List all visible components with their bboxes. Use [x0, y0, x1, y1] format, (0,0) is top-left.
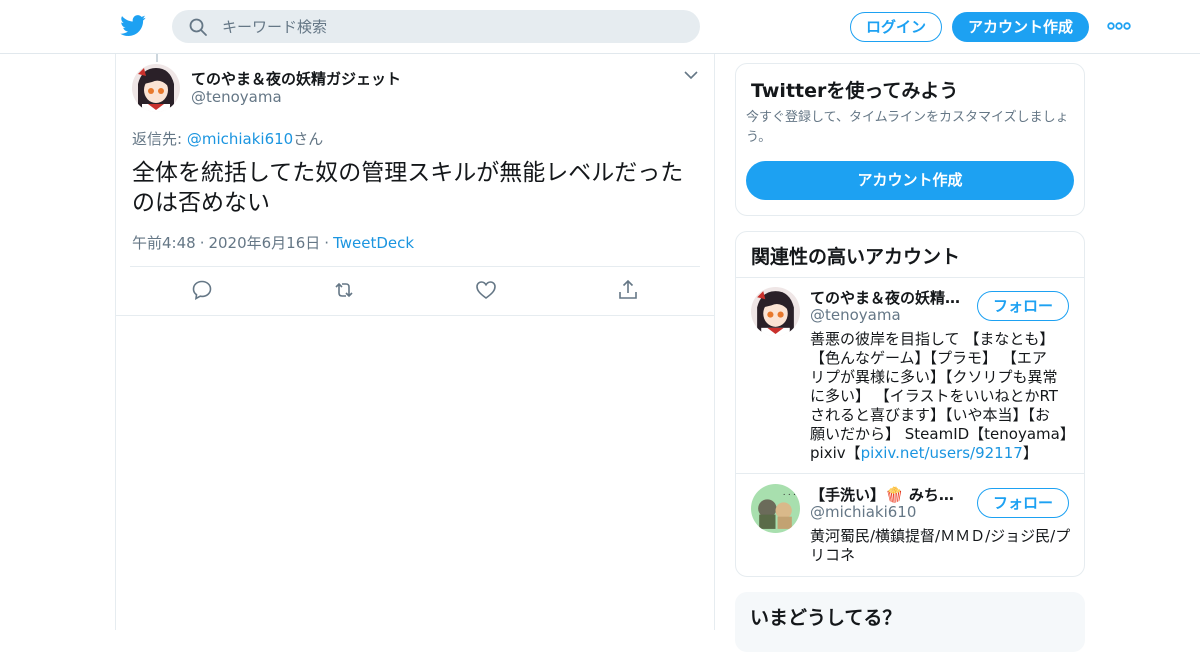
follow-button[interactable]: フォロー	[977, 291, 1069, 321]
bio-line: 善悪の彼岸を目指して 【まなとも】	[810, 330, 1055, 348]
bio-link[interactable]: pixiv.net/users/92117	[861, 444, 1023, 462]
like-icon[interactable]	[474, 278, 498, 302]
tweet-source-link[interactable]: TweetDeck	[333, 234, 414, 252]
bio-line: 願いだから】 SteamID【tenoyama】	[810, 425, 1075, 443]
author-name[interactable]: てのやま＆夜の妖精ガジェット	[191, 68, 401, 89]
signup-button[interactable]: アカウント作成	[952, 12, 1089, 42]
author-handle[interactable]: @tenoyama	[191, 88, 282, 106]
bio-line: pixiv【pixiv.net/users/92117】	[810, 444, 1072, 463]
avatar[interactable]	[132, 64, 180, 112]
signup-card-button[interactable]: アカウント作成	[746, 161, 1074, 200]
divider	[736, 473, 1084, 474]
search-icon	[189, 18, 207, 36]
bio-text: pixiv【	[810, 444, 861, 462]
description-line: 今すぐ登録して、タイムラインをカスタマイズしましょ	[746, 110, 1069, 125]
tweet-metadata: 午前4:48 · 2020年6月16日 · TweetDeck	[132, 232, 414, 253]
divider	[116, 315, 714, 316]
related-accounts-card: 関連性の高いアカウント てのやま＆夜の妖精… @tenoyama フォロー 善悪…	[735, 231, 1085, 577]
follow-button[interactable]: フォロー	[977, 488, 1069, 518]
bio-text: 】	[1022, 444, 1038, 462]
reply-suffix: さん	[293, 130, 324, 148]
account-name[interactable]: てのやま＆夜の妖精…	[810, 287, 970, 308]
chevron-down-icon[interactable]	[684, 70, 698, 80]
account-handle[interactable]: @tenoyama	[810, 306, 901, 324]
bio-line: 黄河蜀民/横鎮提督/ＭＭＤ/ジョジ民/プ	[810, 527, 1071, 545]
description-line: う。	[746, 130, 772, 145]
bio-line: されると喜びます】【いや本当】【お	[810, 406, 1051, 424]
trends-card: いまどうしてる？	[735, 592, 1085, 652]
more-dots-icon[interactable]	[1106, 20, 1132, 32]
reply-context: 返信先: @michiaki610さん	[132, 128, 323, 149]
tweet-text: 全体を統括してた奴の管理スキルが無能レベルだった のは否めない	[132, 158, 702, 218]
reply-mention-link[interactable]: @michiaki610	[187, 130, 293, 148]
separator: ·	[199, 234, 205, 252]
account-bio: 黄河蜀民/横鎮提督/ＭＭＤ/ジョジ民/プ リコネ	[810, 527, 1072, 565]
account-name[interactable]: 【手洗い】🍿 みち…	[810, 484, 970, 505]
twitter-bird-icon[interactable]	[120, 14, 146, 38]
avatar[interactable]	[751, 287, 800, 336]
account-handle[interactable]: @michiaki610	[810, 503, 916, 521]
related-accounts-title: 関連性の高いアカウント	[751, 246, 961, 268]
trends-title: いまどうしてる？	[750, 607, 902, 629]
bio-line: リコネ	[810, 546, 856, 564]
tweet-actions	[116, 278, 716, 304]
reply-prefix: 返信先:	[132, 130, 187, 148]
share-icon[interactable]	[616, 278, 640, 302]
tweet-text-line: 全体を統括してた奴の管理スキルが無能レベルだった	[132, 160, 684, 186]
bio-line: リプが異様に多い】【クソリプも異常	[810, 368, 1058, 386]
divider	[736, 277, 1084, 278]
bio-line: に多い】 【イラストをいいねとかRT	[810, 387, 1058, 405]
search-bar	[172, 10, 700, 43]
svg-text:・・・: ・・・	[782, 492, 797, 498]
login-button[interactable]: ログイン	[850, 12, 942, 42]
divider	[130, 266, 700, 267]
tweet-column: てのやま＆夜の妖精ガジェット @tenoyama 返信先: @michiaki6…	[115, 54, 715, 630]
tweet-text-line: のは否めない	[132, 190, 270, 216]
signup-card-description: 今すぐ登録して、タイムラインをカスタマイズしましょ う。	[746, 108, 1076, 148]
top-nav: ログイン アカウント作成	[0, 0, 1200, 54]
separator: ·	[324, 234, 330, 252]
avatar[interactable]: ・・・	[751, 484, 800, 533]
tweet-time[interactable]: 午前4:48	[132, 234, 196, 252]
thread-connector	[156, 54, 158, 62]
signup-card: Twitterを使ってみよう 今すぐ登録して、タイムラインをカスタマイズしましょ…	[735, 63, 1085, 216]
bio-line: 【色んなゲーム】【プラモ】 【エア	[810, 349, 1047, 367]
retweet-icon[interactable]	[332, 278, 356, 302]
tweet-date[interactable]: 2020年6月16日	[208, 234, 320, 252]
search-input[interactable]	[222, 10, 682, 43]
reply-icon[interactable]	[190, 278, 214, 302]
signup-card-title: Twitterを使ってみよう	[751, 80, 959, 102]
account-bio: 善悪の彼岸を目指して 【まなとも】 【色んなゲーム】【プラモ】 【エア リプが異…	[810, 330, 1075, 463]
